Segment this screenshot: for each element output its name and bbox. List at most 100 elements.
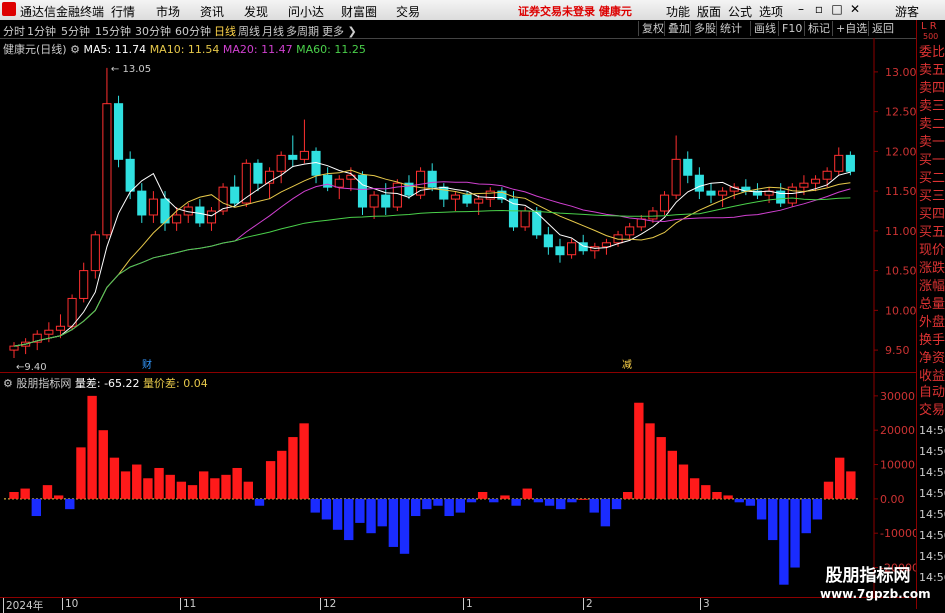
menu-ask[interactable]: 问小达 [288, 3, 324, 20]
login-notice[interactable]: 证券交易未登录 健康元 [518, 3, 632, 19]
menu-layout[interactable]: 版面 [697, 3, 721, 20]
side-item-10[interactable]: 买五 [919, 224, 945, 242]
menu-market-quotes[interactable]: 行情 [111, 3, 135, 20]
candle-body [532, 210, 542, 236]
menu-wealth-circle[interactable]: 财富圈 [341, 3, 377, 20]
ind-bar [667, 450, 678, 499]
side-time-6: 14:56 [919, 550, 945, 563]
menu-trade[interactable]: 交易 [396, 3, 420, 20]
f10-button[interactable]: F10 [778, 21, 805, 36]
side-item-9[interactable]: 买四 [919, 206, 945, 224]
candle-body [659, 194, 670, 212]
ind-bar [143, 478, 153, 499]
candle-body [683, 158, 693, 176]
low-price-label: ←9.40 [16, 362, 47, 372]
period-daily[interactable]: 日线 [214, 23, 236, 39]
overlay-button[interactable]: 叠加 [664, 21, 693, 36]
side-item-4[interactable]: 卖二 [919, 116, 945, 134]
ind-bar [377, 498, 387, 527]
period-30min[interactable]: 30分钟 [135, 23, 171, 39]
price-y-tick-label: 12.50 [885, 106, 916, 119]
period-monthly[interactable]: 月线 [262, 23, 284, 39]
candle-body [369, 194, 379, 208]
add-watchlist-button[interactable]: +自选 [832, 21, 870, 36]
indicator-panel[interactable]: ⚙ 股朋指标网 量差: -65.22 量价差: 0.04 30000 20000 1… [0, 372, 916, 597]
ind-y-tick-label: -10000 [880, 527, 916, 540]
ind-bar [221, 474, 231, 499]
side-time-3: 14:50 [919, 487, 945, 500]
side-lower-item-0[interactable]: 自动 [919, 384, 945, 402]
period-weekly[interactable]: 周线 [238, 23, 260, 39]
side-item-0[interactable]: 委比 [919, 44, 945, 62]
side-item-8[interactable]: 买三 [919, 188, 945, 206]
period-60min[interactable]: 60分钟 [175, 23, 211, 39]
statistics-button[interactable]: 统计 [716, 21, 745, 36]
menu-discover[interactable]: 发现 [244, 3, 268, 20]
ind-bar [198, 471, 209, 499]
indicator-chart[interactable]: 3000020000100000.00-10000-20000 [0, 373, 916, 597]
back-button[interactable]: 返回 [868, 21, 897, 36]
candle-body [102, 103, 112, 236]
ind-bar [210, 478, 220, 499]
date-tick-1: 10 [62, 598, 78, 610]
ind-bar [410, 498, 421, 517]
menu-news[interactable]: 资讯 [200, 3, 224, 20]
side-item-11[interactable]: 现价 [919, 242, 945, 260]
draw-line-button[interactable]: 画线 [750, 21, 779, 36]
menu-function[interactable]: 功能 [666, 3, 690, 20]
side-lower-item-1[interactable]: 交易 [919, 402, 945, 420]
side-item-3[interactable]: 卖三 [919, 98, 945, 116]
restore-icon[interactable]: ▫ [812, 2, 826, 16]
menu-market[interactable]: 市场 [156, 3, 180, 20]
period-tick[interactable]: 分时 [3, 23, 25, 39]
ind-bar [332, 498, 343, 530]
ind-bar [165, 474, 175, 499]
menu-options[interactable]: 选项 [759, 3, 783, 20]
period-15min[interactable]: 15分钟 [95, 23, 131, 39]
side-item-5[interactable]: 卖一 [919, 134, 945, 152]
ind-bar [589, 498, 599, 513]
watermark-url: www.7gpzb.com [820, 587, 931, 601]
ind-bar [109, 457, 120, 499]
side-item-12[interactable]: 涨跌 [919, 260, 945, 278]
side-item-16[interactable]: 换手 [919, 332, 945, 350]
menu-formula[interactable]: 公式 [728, 3, 752, 20]
price-y-tick-label: 11.00 [885, 225, 916, 238]
close-icon[interactable]: ✕ [848, 2, 862, 16]
side-item-15[interactable]: 外盘 [919, 314, 945, 332]
ind-bar [9, 492, 19, 499]
maximize-icon[interactable]: □ [830, 2, 844, 16]
high-price-label: ← 13.05 [111, 64, 151, 75]
ind-bar [477, 492, 488, 499]
candlestick-chart[interactable]: 13.00 12.50 12.00 11.50 11.00 10.50 10.00 9.50 ←… [0, 38, 916, 372]
period-more[interactable]: 更多 ❯ [322, 23, 357, 39]
candle-body [636, 218, 646, 228]
minimize-icon[interactable]: – [794, 2, 808, 16]
side-item-6[interactable]: 买一 [919, 152, 945, 170]
multi-stock-button[interactable]: 多股 [690, 21, 719, 36]
mark-button[interactable]: 标记 [804, 21, 833, 36]
candle-body [439, 186, 449, 200]
app-logo-icon [2, 2, 16, 16]
side-time-1: 14:56 [919, 445, 945, 458]
side-item-2[interactable]: 卖四 [919, 80, 945, 98]
side-item-13[interactable]: 涨幅 [919, 278, 945, 296]
period-multi[interactable]: 多周期 [286, 23, 319, 39]
side-item-17[interactable]: 净资 [919, 350, 945, 368]
period-5min[interactable]: 5分钟 [61, 23, 90, 39]
guest-label[interactable]: 游客 [895, 3, 919, 20]
period-1min[interactable]: 1分钟 [27, 23, 56, 39]
ind-bar [366, 498, 376, 534]
side-item-1[interactable]: 卖五 [919, 62, 945, 80]
date-tick-5: 2 [583, 598, 593, 610]
date-tick-0: 2024年 [3, 598, 43, 613]
price-chart-panel[interactable]: 健康元(日线) ⚙ MA5: 11.74 MA10: 11.54 MA20: 1… [0, 38, 916, 372]
side-item-7[interactable]: 买二 [919, 170, 945, 188]
adjust-button[interactable]: 复权 [638, 21, 667, 36]
ind-bar [578, 498, 588, 500]
date-tick-3: 12 [320, 598, 336, 610]
lr-label[interactable]: L R [921, 22, 937, 32]
side-item-14[interactable]: 总量 [919, 296, 945, 314]
watermark-title: 股朋指标网 [825, 566, 911, 586]
candle-body [253, 162, 263, 184]
